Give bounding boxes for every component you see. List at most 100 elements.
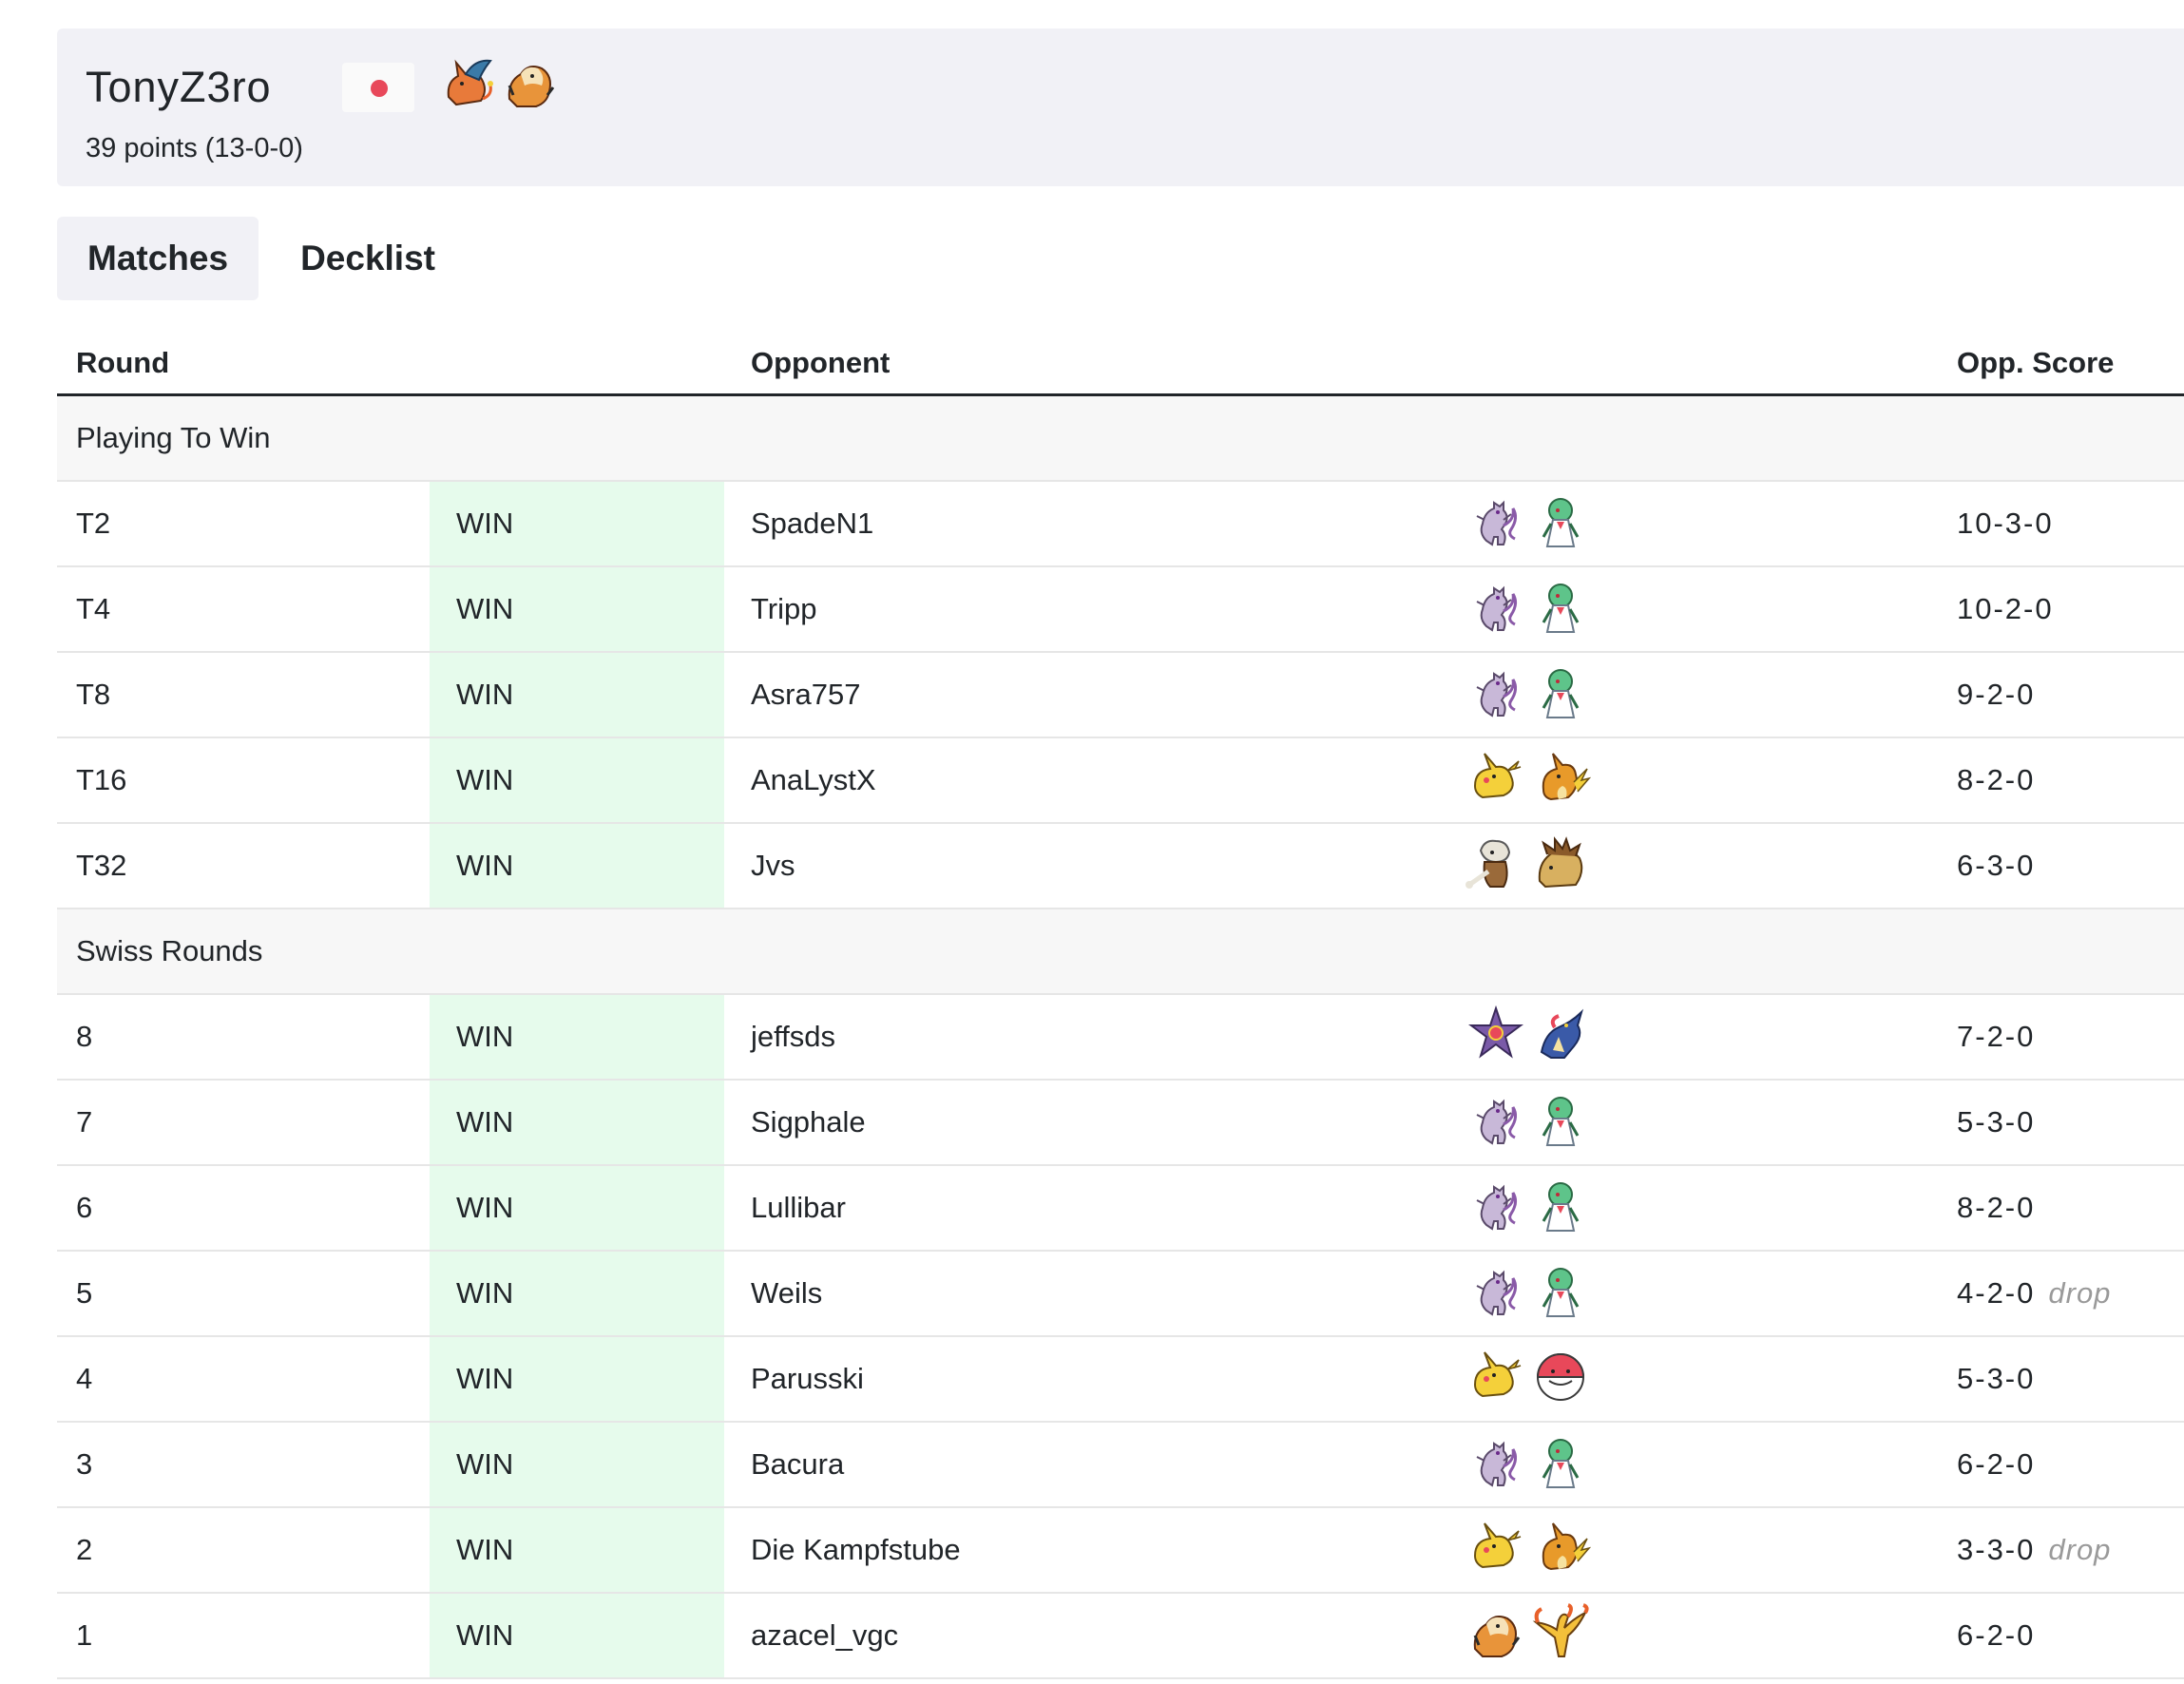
drop-label: drop bbox=[2048, 1533, 2112, 1566]
opponent-name[interactable]: SpadeN1 bbox=[751, 505, 873, 543]
round-cell: T4 bbox=[76, 592, 111, 625]
gardevoir-icon bbox=[1542, 584, 1580, 633]
match-row[interactable]: 2 WIN Die Kampfstube 3-3-0 drop bbox=[57, 1508, 2184, 1594]
opp-score-cell: 5-3-0 bbox=[1957, 1103, 2035, 1141]
starmie-icon bbox=[1468, 1005, 1523, 1059]
round-cell: 3 bbox=[76, 1447, 93, 1481]
charizard-icon bbox=[447, 59, 493, 106]
drop-label: drop bbox=[2048, 1276, 2112, 1310]
match-row[interactable]: 3 WIN Bacura 6-2-0 bbox=[57, 1423, 2184, 1508]
opponent-name[interactable]: Bacura bbox=[751, 1445, 844, 1483]
opp-score: 9-2-0 bbox=[1957, 678, 2036, 711]
arcanine-icon bbox=[1473, 1616, 1521, 1657]
opp-score: 8-2-0 bbox=[1957, 1191, 2036, 1224]
opponent-name[interactable]: AnaLystX bbox=[751, 761, 876, 799]
match-row[interactable]: 6 WIN Lullibar 8-2-0 bbox=[57, 1166, 2184, 1252]
opp-score: 7-2-0 bbox=[1957, 1020, 2036, 1053]
round-cell: 2 bbox=[76, 1533, 93, 1566]
opponent-name[interactable]: Parusski bbox=[751, 1360, 864, 1398]
tab-decklist[interactable]: Decklist bbox=[259, 217, 466, 300]
round-cell: 7 bbox=[76, 1105, 93, 1139]
mewtwo-icon bbox=[1476, 1184, 1518, 1231]
match-row[interactable]: 7 WIN Sigphale 5-3-0 bbox=[57, 1081, 2184, 1166]
opp-score-cell: 8-2-0 bbox=[1957, 761, 2035, 799]
match-row[interactable]: T2 WIN SpadeN1 10-3-0 bbox=[57, 482, 2184, 567]
opponent-deck-icons bbox=[1466, 577, 1591, 641]
opponent-deck-icons bbox=[1466, 1261, 1591, 1326]
section-row: Swiss Rounds bbox=[57, 909, 2184, 995]
opp-score: 6-2-0 bbox=[1957, 1618, 2036, 1652]
opponent-name[interactable]: Sigphale bbox=[751, 1103, 866, 1141]
opp-score: 6-2-0 bbox=[1957, 1447, 2036, 1481]
tab-matches[interactable]: Matches bbox=[57, 217, 259, 300]
opp-score-cell: 4-2-0 drop bbox=[1957, 1274, 2111, 1312]
match-row[interactable]: T4 WIN Tripp 10-2-0 bbox=[57, 567, 2184, 653]
result-label: WIN bbox=[456, 1191, 514, 1224]
opponent-deck-icons bbox=[1466, 748, 1591, 813]
flag-dot bbox=[371, 80, 388, 97]
opponent-name[interactable]: Asra757 bbox=[751, 676, 860, 714]
gardevoir-icon bbox=[1542, 1182, 1580, 1232]
opp-score: 5-3-0 bbox=[1957, 1362, 2036, 1395]
opponent-name[interactable]: Lullibar bbox=[751, 1189, 846, 1227]
result-label: WIN bbox=[456, 1105, 514, 1139]
gardevoir-icon bbox=[1542, 1097, 1580, 1146]
pikachu-icon bbox=[1473, 1522, 1522, 1569]
matches-table: Round Opponent Opp. Score Playing To Win… bbox=[57, 333, 2184, 1679]
result-label: WIN bbox=[456, 849, 514, 882]
opponent-deck-icons bbox=[1466, 1176, 1591, 1240]
opponent-deck-icons bbox=[1466, 1005, 1591, 1069]
round-cell: 5 bbox=[76, 1276, 93, 1310]
opp-score-cell: 6-3-0 bbox=[1957, 847, 2035, 885]
opponent-deck-icons bbox=[1466, 1432, 1591, 1497]
opp-score-cell: 10-2-0 bbox=[1957, 590, 2054, 628]
opponent-name[interactable]: jeffsds bbox=[751, 1018, 835, 1056]
round-cell: T8 bbox=[76, 678, 111, 711]
result-label: WIN bbox=[456, 1533, 514, 1566]
pikachu-icon bbox=[1473, 753, 1522, 799]
round-cell: 1 bbox=[76, 1618, 93, 1652]
result-label: WIN bbox=[456, 1362, 514, 1395]
pikachu-icon bbox=[1473, 1351, 1522, 1398]
opponent-deck-icons bbox=[1466, 662, 1591, 727]
match-row[interactable]: 5 WIN Weils 4-2-0 drop bbox=[57, 1252, 2184, 1337]
result-label: WIN bbox=[456, 678, 514, 711]
opponent-deck-icons bbox=[1466, 1518, 1591, 1582]
opp-score-cell: 8-2-0 bbox=[1957, 1189, 2035, 1227]
player-deck-icons bbox=[437, 53, 561, 122]
opponent-name[interactable]: Weils bbox=[751, 1274, 822, 1312]
column-header-round: Round bbox=[76, 346, 170, 379]
marowak-icon bbox=[1466, 839, 1511, 889]
result-label: WIN bbox=[456, 1618, 514, 1652]
gardevoir-icon bbox=[1542, 498, 1580, 547]
mewtwo-icon bbox=[1476, 1441, 1518, 1487]
result-label: WIN bbox=[456, 507, 514, 540]
result-label: WIN bbox=[456, 1276, 514, 1310]
opp-score-cell: 7-2-0 bbox=[1957, 1018, 2035, 1056]
match-row[interactable]: T8 WIN Asra757 9-2-0 bbox=[57, 653, 2184, 738]
round-cell: 6 bbox=[76, 1191, 93, 1224]
opp-score: 10-2-0 bbox=[1957, 592, 2054, 625]
match-row[interactable]: T32 WIN Jvs 6-3-0 bbox=[57, 824, 2184, 909]
match-row[interactable]: T16 WIN AnaLystX 8-2-0 bbox=[57, 738, 2184, 824]
match-row[interactable]: 8 WIN jeffsds 7-2-0 bbox=[57, 995, 2184, 1081]
round-cell: T2 bbox=[76, 507, 111, 540]
opponent-name[interactable]: Die Kampfstube bbox=[751, 1531, 961, 1569]
opponent-deck-icons bbox=[1466, 1603, 1591, 1668]
mewtwo-icon bbox=[1476, 500, 1518, 546]
opp-score-cell: 6-2-0 bbox=[1957, 1617, 2035, 1655]
opponent-deck-icons bbox=[1466, 1347, 1591, 1411]
opponent-name[interactable]: azacel_vgc bbox=[751, 1617, 898, 1655]
match-row[interactable]: 1 WIN azacel_vgc 6-2-0 bbox=[57, 1594, 2184, 1679]
opp-score-cell: 9-2-0 bbox=[1957, 676, 2035, 714]
opponent-name[interactable]: Jvs bbox=[751, 847, 795, 885]
player-name: TonyZ3ro bbox=[86, 63, 272, 111]
column-header-opponent: Opponent bbox=[751, 346, 891, 379]
match-row[interactable]: 4 WIN Parusski 5-3-0 bbox=[57, 1337, 2184, 1423]
sandslash-icon bbox=[1538, 836, 1583, 889]
raichu-icon bbox=[1542, 1522, 1591, 1571]
result-label: WIN bbox=[456, 1020, 514, 1053]
opponent-deck-icons bbox=[1466, 491, 1591, 556]
opponent-name[interactable]: Tripp bbox=[751, 590, 816, 628]
greninja-icon bbox=[1540, 1008, 1584, 1059]
